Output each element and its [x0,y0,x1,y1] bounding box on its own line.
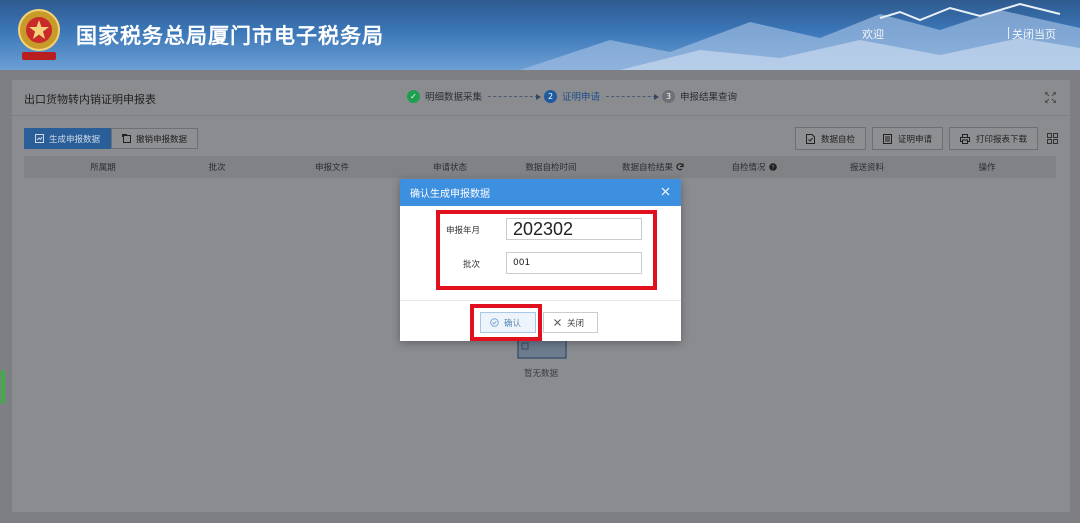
panel-header: 出口货物转内销证明申报表 ✓ 明细数据采集 2 证明申请 3 申报结果查询 [12,80,1070,116]
close-icon[interactable] [660,186,671,197]
step-label: 申报结果查询 [680,92,738,103]
close-button[interactable]: 关闭 [543,312,598,333]
step-arrow [606,93,660,100]
col-actions: 操作 [978,163,996,173]
page-title: 出口货物转内销证明申报表 [24,93,156,106]
step-2: 2 证明申请 [544,89,600,103]
col-check-time: 数据自检时间 [525,163,577,173]
site-title: 国家税务总局厦门市电子税务局 [76,24,384,48]
col-check-result: 数据自检结果 [614,161,692,173]
close-page-link[interactable]: 关闭当页 [1008,26,1056,42]
highlight-box-confirm [470,304,542,341]
toolbar: 数据自检 证明申请 打印报表下载 [794,127,1038,150]
confirm-dialog: 确认生成申报数据 申报年月 202302 批次 001 确认 关闭 [400,179,681,341]
dialog-form: 申报年月 202302 批次 001 [400,206,681,300]
close-label: 关闭 [567,318,585,329]
step-1: ✓ 明细数据采集 [407,89,482,103]
col-period: 所属期 [90,163,116,173]
revoke-icon [122,134,132,143]
tab-bar: 生成申报数据 撤销申报数据 [24,128,199,149]
tab-revoke-data[interactable]: 撤销申报数据 [111,128,199,149]
dialog-title: 确认生成申报数据 [410,189,490,200]
step-label: 明细数据采集 [425,92,483,103]
svg-text:?: ? [771,164,774,171]
step-arrow [488,93,542,100]
col-batch: 批次 [208,163,226,173]
tab-generate-data[interactable]: 生成申报数据 [24,128,112,149]
fullscreen-icon[interactable] [1045,92,1056,103]
step-label: 证明申请 [562,92,601,103]
table-header: 所属期 批次 申报文件 申请状态 数据自检时间 数据自检结果 自检情况 ? 报送… [24,156,1056,178]
step-3: 3 申报结果查询 [662,89,737,103]
cert-apply-button[interactable]: 证明申请 [871,127,943,150]
cert-apply-label: 证明申请 [897,134,932,145]
data-check-button[interactable]: 数据自检 [794,127,866,150]
chart-icon [35,134,44,143]
col-check-result-label: 数据自检结果 [621,163,673,173]
step-number: 3 [662,89,676,103]
document-check-icon [805,133,815,144]
tab-label: 生成申报数据 [49,134,101,145]
refresh-icon[interactable] [676,163,684,171]
dialog-header: 确认生成申报数据 [400,179,681,206]
col-status: 申请状态 [432,163,467,173]
data-check-label: 数据自检 [820,134,855,145]
great-wall-background [520,2,1080,70]
header-banner: 国家税务总局厦门市电子税务局 欢迎 关闭当页 [0,0,1080,70]
tab-label: 撤销申报数据 [136,134,188,145]
printer-icon [959,133,970,144]
col-check-status: 自检情况 ? [692,161,816,173]
step-indicator: ✓ 明细数据采集 2 证明申请 3 申报结果查询 [407,89,737,103]
form-icon [882,133,892,144]
help-icon[interactable]: ? [768,163,777,171]
tax-emblem-logo [18,9,60,60]
check-icon: ✓ [407,89,420,103]
col-materials: 报送资料 [849,163,884,173]
x-icon [554,319,561,326]
col-file: 申报文件 [314,163,349,173]
welcome-text: 欢迎 [862,28,884,41]
highlight-box-form [436,210,657,290]
empty-state-text: 暂无数据 [524,369,559,379]
dialog-footer: 确认 关闭 [400,300,681,341]
col-check-status-label: 自检情况 [731,163,766,173]
side-drag-handle[interactable] [1,370,5,404]
print-download-button[interactable]: 打印报表下载 [948,127,1038,150]
column-settings-icon[interactable] [1047,133,1058,144]
step-number: 2 [544,89,558,103]
print-download-label: 打印报表下载 [975,134,1027,145]
